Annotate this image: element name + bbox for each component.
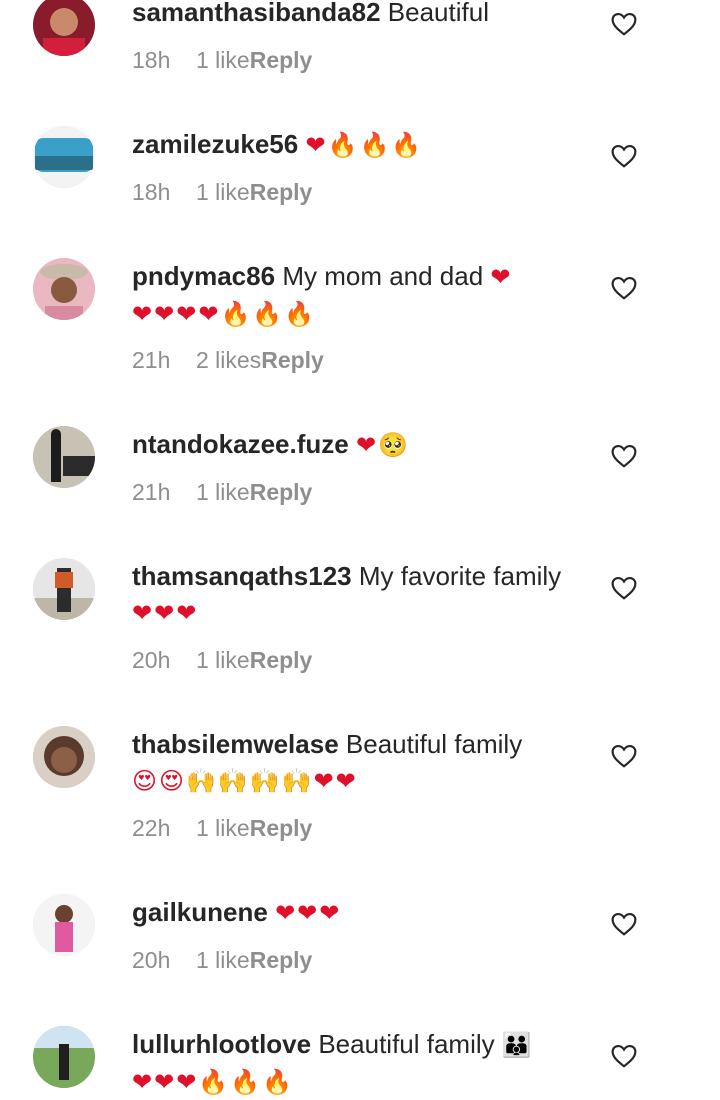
comment-text: ntandokazee.fuze ❤🥺: [132, 426, 572, 463]
reply-button[interactable]: Reply: [250, 815, 313, 841]
comment-text: lullurhlootlove Beautiful family 👪 ❤❤❤🔥🔥…: [132, 1026, 572, 1100]
comment-body: Beautiful family: [318, 1029, 495, 1059]
comment-meta: 21h 1 likeReply: [132, 477, 312, 507]
comment-text: pndymac86 My mom and dad ❤ ❤❤❤❤🔥🔥🔥: [132, 258, 572, 332]
comment-username[interactable]: pndymac86: [132, 261, 275, 291]
comment-likes[interactable]: 1 like: [196, 479, 250, 505]
comment-meta: 21h 2 likesReply: [132, 345, 324, 375]
comment-time: 18h: [132, 179, 171, 205]
heart-outline-icon[interactable]: [611, 12, 637, 36]
comment-time: 21h: [132, 347, 171, 373]
comment-body: Beautiful: [387, 0, 489, 27]
avatar[interactable]: [33, 1026, 95, 1088]
comment-text: thabsilemwelase Beautiful family 😍😍🙌🙌🙌🙌❤…: [132, 726, 572, 799]
comment-likes[interactable]: 1 like: [196, 815, 250, 841]
comment-meta: 22h 1 likeReply: [132, 813, 312, 843]
comment-time: 18h: [132, 47, 171, 73]
reply-button[interactable]: Reply: [250, 647, 313, 673]
reply-button[interactable]: Reply: [250, 47, 313, 73]
comment-meta: 18h 1 likeReply: [132, 45, 312, 75]
comment-text: samanthasibanda82 Beautiful: [132, 0, 572, 30]
comment-time: 22h: [132, 815, 171, 841]
comment-emojis: ❤❤❤: [132, 599, 199, 627]
comment-username[interactable]: thabsilemwelase: [132, 729, 339, 759]
avatar[interactable]: [33, 894, 95, 956]
heart-outline-icon[interactable]: [611, 276, 637, 300]
comment-time: 20h: [132, 947, 171, 973]
comment-likes[interactable]: 1 like: [196, 647, 250, 673]
comment-username[interactable]: thamsanqaths123: [132, 561, 352, 591]
comment-meta: 20h 1 likeReply: [132, 945, 312, 975]
comment-likes[interactable]: 1 like: [196, 947, 250, 973]
avatar[interactable]: [33, 726, 95, 788]
avatar[interactable]: [33, 558, 95, 620]
comment-text: zamilezuke56 ❤🔥🔥🔥: [132, 126, 572, 163]
comment-body: Beautiful family: [345, 729, 523, 759]
heart-outline-icon[interactable]: [611, 144, 637, 168]
comment-body: My favorite family: [358, 561, 562, 591]
comment-text: gailkunene ❤❤❤: [132, 894, 572, 931]
comment-emojis: ❤❤❤: [275, 899, 342, 927]
comment-username[interactable]: ntandokazee.fuze: [132, 429, 349, 459]
comment-emojis: ❤🥺: [355, 431, 410, 459]
comment-emojis: 👪: [501, 1031, 534, 1059]
avatar[interactable]: [33, 0, 95, 56]
comment-username[interactable]: lullurhlootlove: [132, 1029, 311, 1059]
comment-meta: 20h 1 likeReply: [132, 645, 312, 675]
reply-button[interactable]: Reply: [261, 347, 324, 373]
comment-likes[interactable]: 1 like: [196, 179, 250, 205]
comment-likes[interactable]: 1 like: [196, 47, 250, 73]
avatar[interactable]: [33, 258, 95, 320]
comment-emojis: ❤🔥🔥🔥: [305, 131, 424, 159]
comment-username[interactable]: gailkunene: [132, 897, 268, 927]
avatar[interactable]: [33, 126, 95, 188]
comment-emojis-line2: 😍😍🙌🙌🙌🙌❤❤: [132, 767, 358, 795]
reply-button[interactable]: Reply: [250, 479, 313, 505]
comment-emojis: ❤: [490, 263, 513, 291]
comment-emojis-line2: ❤❤❤❤🔥🔥🔥: [132, 300, 317, 328]
heart-outline-icon[interactable]: [611, 1044, 637, 1068]
reply-button[interactable]: Reply: [250, 179, 313, 205]
heart-outline-icon[interactable]: [611, 576, 637, 600]
heart-outline-icon[interactable]: [611, 744, 637, 768]
comment-username[interactable]: samanthasibanda82: [132, 0, 381, 27]
comment-text: thamsanqaths123 My favorite family ❤❤❤: [132, 558, 572, 631]
comment-body: My mom and dad: [282, 261, 484, 291]
comment-time: 21h: [132, 479, 171, 505]
comment-time: 20h: [132, 647, 171, 673]
avatar[interactable]: [33, 426, 95, 488]
reply-button[interactable]: Reply: [250, 947, 313, 973]
comment-meta: 18h 1 likeReply: [132, 177, 312, 207]
heart-outline-icon[interactable]: [611, 912, 637, 936]
comment-username[interactable]: zamilezuke56: [132, 129, 298, 159]
comment-likes[interactable]: 2 likes: [196, 347, 261, 373]
heart-outline-icon[interactable]: [611, 444, 637, 468]
